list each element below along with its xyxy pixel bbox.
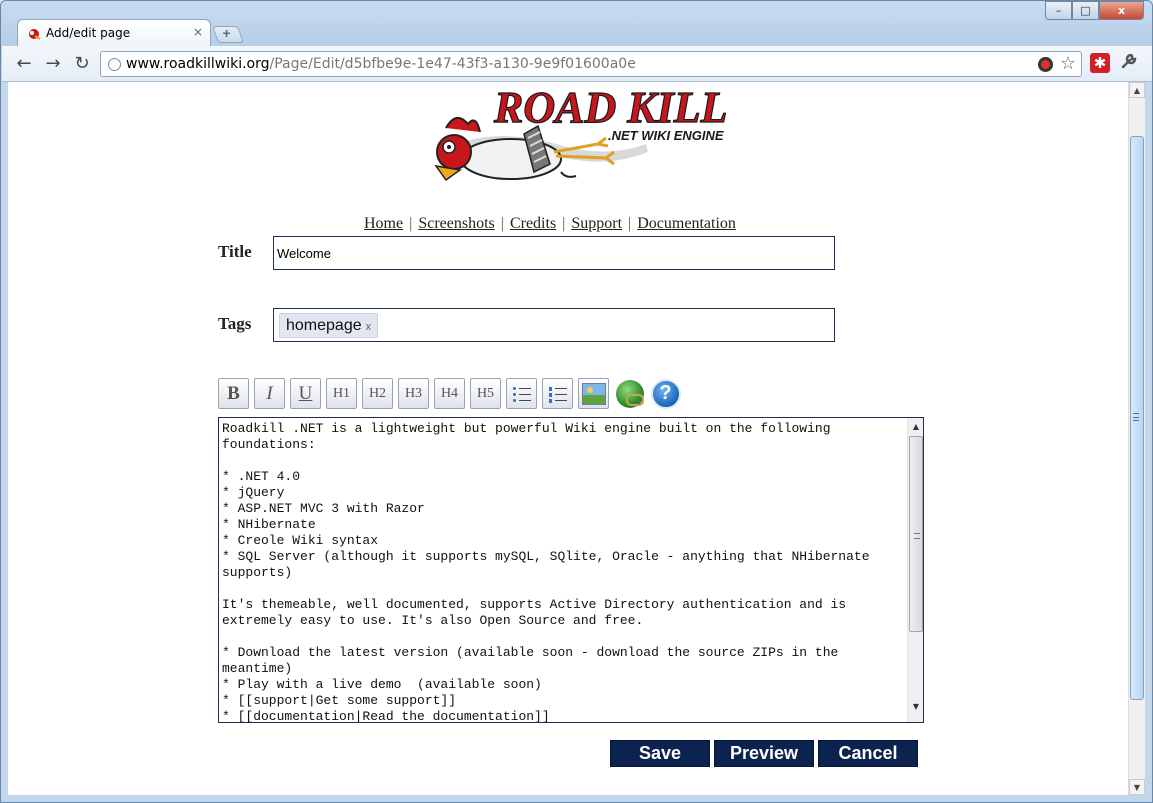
bold-button[interactable]: B [218, 378, 249, 409]
insert-image-button[interactable] [578, 378, 609, 409]
tag-remove-icon[interactable]: x [366, 321, 372, 333]
numbered-list-icon [548, 386, 567, 403]
h2-button[interactable]: H2 [362, 378, 393, 409]
h1-button[interactable]: H1 [326, 378, 357, 409]
window-controls: – □ x [1045, 1, 1144, 20]
close-window-button[interactable]: x [1099, 1, 1144, 20]
roadkill-favicon-icon [29, 29, 41, 40]
blocked-content-icon[interactable] [1038, 57, 1053, 72]
maximize-button[interactable]: □ [1072, 1, 1099, 20]
h4-button[interactable]: H4 [434, 378, 465, 409]
editor-scroll-thumb[interactable] [909, 436, 923, 632]
scroll-up-arrow-icon[interactable]: ▲ [1129, 82, 1145, 98]
bookmark-star-icon[interactable]: ☆ [1060, 53, 1076, 74]
editor-scrollbar[interactable]: ▲ ▼ [907, 418, 923, 722]
h5-button[interactable]: H5 [470, 378, 501, 409]
tags-label: Tags [218, 314, 252, 333]
plus-icon: + [222, 25, 231, 41]
numbered-list-button[interactable] [542, 378, 573, 409]
preview-button[interactable]: Preview [714, 740, 814, 767]
nav-link-documentation[interactable]: Documentation [637, 215, 736, 232]
bullet-list-icon [512, 386, 531, 402]
scroll-grip [1133, 413, 1139, 421]
globe-icon [108, 58, 121, 71]
roadkill-logo[interactable]: ROAD KILL .NET WIKI ENGINE [416, 84, 726, 196]
cancel-button[interactable]: Cancel [818, 740, 918, 767]
minimize-button[interactable]: – [1045, 1, 1072, 20]
link-icon [615, 379, 644, 408]
wrench-icon [1121, 53, 1137, 69]
scroll-up-arrow-icon[interactable]: ▲ [908, 418, 923, 434]
url-path: /Page/Edit/d5bfbe9e-1e47-43f3-a130-9e9f0… [269, 56, 636, 72]
editor-toolbar: B I U H1 H2 H3 H4 H5 ? [218, 378, 686, 409]
logo-title: ROAD KILL [493, 84, 726, 132]
title-input[interactable] [273, 236, 835, 270]
scroll-down-arrow-icon[interactable]: ▼ [908, 698, 923, 714]
site-nav: Home | Screenshots | Credits | Support | Documen… [364, 215, 736, 233]
reload-icon[interactable]: ↻ [70, 52, 94, 74]
bullet-list-button[interactable] [506, 378, 537, 409]
insert-link-button[interactable] [614, 378, 645, 409]
back-arrow-icon[interactable]: ← [12, 52, 36, 74]
content-editor[interactable]: Roadkill .NET is a lightweight but power… [218, 417, 924, 723]
tab-title: Add/edit page [46, 26, 131, 40]
url-host: www.roadkillwiki.org [126, 56, 270, 72]
wrench-menu-icon[interactable] [1120, 52, 1138, 75]
save-button[interactable]: Save [610, 740, 710, 767]
h3-button[interactable]: H3 [398, 378, 429, 409]
nav-link-home[interactable]: Home [364, 215, 403, 232]
editor-text[interactable]: Roadkill .NET is a lightweight but power… [222, 421, 907, 722]
logo-subtitle: .NET WIKI ENGINE [608, 128, 724, 143]
nav-separator: | [500, 215, 504, 232]
url-text[interactable]: www.roadkillwiki.org/Page/Edit/d5bfbe9e-… [126, 56, 636, 72]
help-button[interactable]: ? [650, 378, 681, 409]
page-scrollbar[interactable]: ▲ ▼ [1128, 82, 1145, 795]
extension-icon[interactable]: ✱ [1090, 53, 1110, 73]
help-icon: ? [650, 378, 681, 409]
tab-close-icon[interactable]: × [193, 25, 203, 39]
nav-link-support[interactable]: Support [571, 215, 622, 232]
address-bar[interactable]: www.roadkillwiki.org/Page/Edit/d5bfbe9e-… [100, 51, 1082, 77]
tags-input[interactable]: homepage x [273, 308, 835, 342]
forward-arrow-icon[interactable]: → [41, 52, 65, 74]
image-icon [581, 382, 606, 405]
title-label: Title [218, 242, 252, 261]
browser-tab[interactable]: Add/edit page × [17, 19, 211, 47]
nav-separator: | [409, 215, 413, 232]
nav-link-credits[interactable]: Credits [510, 215, 556, 232]
nav-separator: | [562, 215, 566, 232]
page-viewport: ROAD KILL .NET WIKI ENGINE Home | Screensh… [8, 82, 1136, 795]
tag-chip: homepage x [279, 313, 379, 338]
nav-separator: | [628, 215, 632, 232]
underline-button[interactable]: U [290, 378, 321, 409]
browser-toolbar: ← → ↻ www.roadkillwiki.org/Page/Edit/d5b… [2, 46, 1152, 82]
nav-link-screenshots[interactable]: Screenshots [418, 215, 494, 232]
italic-button[interactable]: I [254, 378, 285, 409]
tag-name: homepage [286, 316, 362, 334]
new-tab-button[interactable]: + [211, 25, 245, 43]
scroll-down-arrow-icon[interactable]: ▼ [1129, 779, 1145, 795]
